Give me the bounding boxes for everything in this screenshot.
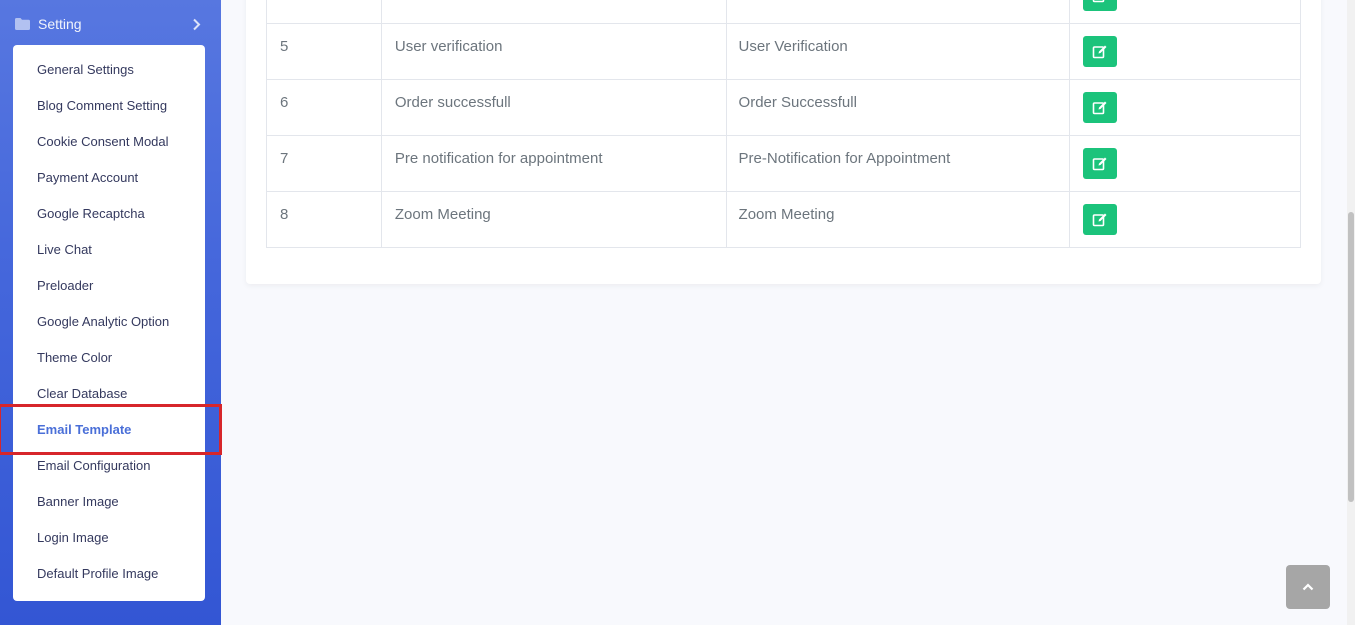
- table-cell-subject: Pre-Notification for Appointment: [725, 135, 1071, 192]
- table-cell-subject: [725, 0, 1071, 24]
- edit-button[interactable]: [1083, 92, 1118, 123]
- table-cell-no: 8: [266, 191, 382, 248]
- table-cell-action: [1069, 135, 1301, 192]
- table-cell-no: [266, 0, 382, 24]
- table-cell-subject: User Verification: [725, 23, 1071, 80]
- setting-submenu: General Settings Blog Comment Setting Co…: [13, 45, 205, 601]
- sidebar: Setting General Settings Blog Comment Se…: [0, 0, 221, 625]
- submenu-item-login-image[interactable]: Login Image: [37, 527, 109, 549]
- submenu-item-google-analytic-option[interactable]: Google Analytic Option: [37, 311, 169, 333]
- table-cell-subject: Order Successfull: [725, 79, 1071, 136]
- submenu-item-blog-comment-setting[interactable]: Blog Comment Setting: [37, 95, 167, 117]
- table-row: [266, 0, 1301, 24]
- edit-icon: [1092, 101, 1107, 114]
- submenu-item-clear-database[interactable]: Clear Database: [37, 383, 127, 405]
- submenu-item-preloader[interactable]: Preloader: [37, 275, 93, 297]
- submenu-item-email-template[interactable]: Email Template: [37, 419, 131, 441]
- table-cell-name: [380, 0, 727, 24]
- table-cell-action: [1069, 191, 1301, 248]
- table-cell-action: [1069, 23, 1301, 80]
- submenu-item-general-settings[interactable]: General Settings: [37, 59, 134, 81]
- submenu-item-payment-account[interactable]: Payment Account: [37, 167, 138, 189]
- submenu-item-default-profile-image[interactable]: Default Profile Image: [37, 563, 158, 585]
- edit-button[interactable]: [1083, 148, 1118, 179]
- table-cell-name: User verification: [380, 23, 727, 80]
- table-row: 8 Zoom Meeting Zoom Meeting: [266, 191, 1301, 248]
- edit-icon: [1092, 45, 1107, 58]
- table-cell-no: 5: [266, 23, 382, 80]
- submenu-item-cookie-consent-modal[interactable]: Cookie Consent Modal: [37, 131, 169, 153]
- edit-button[interactable]: [1083, 0, 1118, 11]
- table-row: 6 Order successfull Order Successfull: [266, 79, 1301, 136]
- edit-icon: [1092, 0, 1105, 2]
- table-cell-action: [1069, 79, 1301, 136]
- table-cell-no: 7: [266, 135, 382, 192]
- edit-icon: [1092, 213, 1107, 226]
- table-cell-no: 6: [266, 79, 382, 136]
- submenu-item-google-recaptcha[interactable]: Google Recaptcha: [37, 203, 145, 225]
- table-row: 5 User verification User Verification: [266, 23, 1301, 80]
- table-cell-name: Order successfull: [380, 79, 727, 136]
- table-row: 7 Pre notification for appointment Pre-N…: [266, 135, 1301, 192]
- submenu-item-banner-image[interactable]: Banner Image: [37, 491, 119, 513]
- sidebar-section-setting[interactable]: Setting: [0, 0, 221, 48]
- table-cell-subject: Zoom Meeting: [725, 191, 1071, 248]
- scrollbar-thumb[interactable]: [1348, 212, 1354, 502]
- edit-icon: [1092, 157, 1107, 170]
- back-to-top-button[interactable]: [1286, 565, 1330, 609]
- table-cell-name: Pre notification for appointment: [380, 135, 727, 192]
- chevron-right-icon: [193, 18, 201, 31]
- edit-button[interactable]: [1083, 36, 1118, 67]
- folder-icon: [15, 18, 30, 30]
- sidebar-section-label: Setting: [38, 16, 82, 32]
- email-template-table: 5 User verification User Verification 6 …: [266, 0, 1301, 248]
- chevron-up-icon: [1302, 583, 1314, 591]
- submenu-item-email-configuration[interactable]: Email Configuration: [37, 455, 150, 477]
- page-scrollbar[interactable]: [1347, 0, 1355, 625]
- submenu-item-theme-color[interactable]: Theme Color: [37, 347, 112, 369]
- submenu-item-live-chat[interactable]: Live Chat: [37, 239, 92, 261]
- table-cell-action: [1069, 0, 1301, 24]
- edit-button[interactable]: [1083, 204, 1118, 235]
- table-cell-name: Zoom Meeting: [380, 191, 727, 248]
